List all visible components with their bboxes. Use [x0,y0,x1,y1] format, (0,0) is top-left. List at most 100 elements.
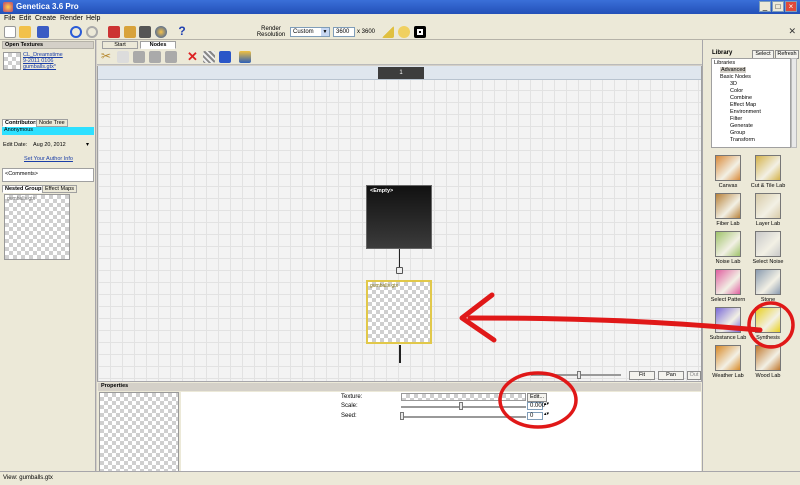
zoom-out-button[interactable]: Out [687,371,701,380]
open-texture-link[interactable]: CL_Dreamstime 9-2011 0106 gumballs.gtx* [23,52,63,70]
tab-nodes[interactable]: Nodes [140,41,176,49]
window-title: Genetica 3.6 Pro [16,2,79,11]
author-info-link[interactable]: Set Your Author Info [24,156,73,162]
group-icon[interactable] [165,51,177,63]
new-file-icon[interactable] [4,26,16,38]
open-folder-icon[interactable] [19,26,31,38]
undo-icon[interactable] [70,26,82,38]
comments-field[interactable]: <Comments> [2,168,94,182]
cut-icon[interactable]: ✂ [101,50,113,63]
library-item-thumbnail[interactable] [755,231,781,257]
menu-create[interactable]: Create [35,15,56,22]
properties-icon[interactable] [139,26,151,38]
seed-input[interactable]: 0 [527,412,543,420]
preview-icon[interactable] [155,26,167,38]
paste-icon[interactable] [133,51,145,63]
tree-environment[interactable]: Environment [730,109,761,115]
tab-start[interactable]: Start [102,41,138,49]
tile-icon[interactable] [382,26,394,38]
edit-date-value: Aug 20, 2012 [33,142,66,148]
pan-button[interactable]: Pan [658,371,684,380]
export-icon[interactable] [124,26,136,38]
tab-nested-groups[interactable]: Nested Groups [2,185,48,193]
close-button[interactable]: × [785,1,797,12]
help-icon[interactable]: ? [176,25,188,38]
tree-transform[interactable]: Transform [730,137,755,143]
connector-handle[interactable] [396,267,403,274]
scale-input[interactable]: 0.000 [527,402,545,410]
height-value: x 3600 [357,29,376,35]
select-all-icon[interactable] [203,51,215,63]
maximize-button[interactable]: □ [772,1,784,12]
tab-node-tree[interactable]: Node Tree [36,119,68,127]
library-item-thumbnail[interactable] [715,155,741,181]
chevron-down-icon: ▼ [321,28,329,36]
editor-tabs: Start Nodes [97,40,702,49]
status-bar: View: gumballs.gtx [0,471,800,485]
library-item-thumbnail[interactable] [715,193,741,219]
menu-edit[interactable]: Edit [19,15,31,22]
library-item-thumbnail[interactable] [715,345,741,371]
library-item-thumbnail[interactable] [755,307,781,333]
library-item-thumbnail[interactable] [755,345,781,371]
menu-file[interactable]: File [4,15,15,22]
redo-icon[interactable] [86,26,98,38]
seed-slider-track[interactable] [401,416,526,418]
calendar-icon[interactable]: ▾ [86,141,89,148]
tree-effect-map[interactable]: Effect Map [730,102,756,108]
texture-node-label: gumballs.gtx [370,283,399,289]
scale-slider-knob[interactable] [459,402,463,410]
seed-slider-knob[interactable] [400,412,404,420]
tree-libraries[interactable]: Libraries [714,60,735,66]
menu-help[interactable]: Help [86,15,100,22]
tree-combine[interactable]: Combine [730,95,752,101]
contributor-name[interactable]: Anonymous [2,127,94,135]
zoom-slider-knob[interactable] [577,371,581,379]
library-item-thumbnail[interactable] [715,307,741,333]
menu-render[interactable]: Render [60,15,83,22]
properties-thumbnail [99,392,179,472]
close-icon[interactable]: ✕ [788,26,796,37]
seed-spin-icon[interactable]: ▴▾ [544,411,549,417]
scale-spin-icon[interactable]: ▴▾ [544,401,549,407]
nested-group-thumbnail[interactable]: gumballs.gtx [4,194,70,260]
tree-basic-nodes[interactable]: Basic Nodes [720,74,751,80]
sphere-preview-icon[interactable] [414,26,426,38]
light-icon[interactable] [398,26,410,38]
tree-group[interactable]: Group [730,130,745,136]
tab-effect-maps[interactable]: Effect Maps [42,185,77,193]
library-item-thumbnail[interactable] [755,155,781,181]
tree-generate[interactable]: Generate [730,123,753,129]
library-item-label: Synthesis [756,335,780,341]
random-dice-icon[interactable] [219,51,231,63]
library-item-thumbnail[interactable] [715,231,741,257]
copy-icon[interactable] [117,51,129,63]
properties-content: Texture: Edit... Scale: 0.000 ▴▾ Seed: 0… [181,392,701,472]
library-item-thumbnail[interactable] [755,269,781,295]
texture-node[interactable]: gumballs.gtx [366,280,432,344]
duplicate-icon[interactable] [149,51,161,63]
page-tab[interactable]: 1 [378,67,424,79]
library-tree-scrollbar[interactable] [791,58,797,148]
library-item-thumbnail[interactable] [715,269,741,295]
tree-filter[interactable]: Filter [730,116,742,122]
tree-color[interactable]: Color [730,88,743,94]
tree-3d[interactable]: 3D [730,81,737,87]
library-item-thumbnail[interactable] [755,193,781,219]
width-input[interactable]: 3600 [333,27,355,37]
texture-thumbnail[interactable] [3,52,21,70]
minimize-button[interactable]: _ [759,1,771,12]
tree-advanced[interactable]: Advanced [720,67,747,73]
node-canvas[interactable]: 1 <Empty> gumballs.gtx [97,66,702,381]
scale-slider-track[interactable] [401,406,526,408]
fit-button[interactable]: Fit [629,371,655,380]
zoom-slider-track[interactable] [531,374,621,376]
canvas-page-bar: 1 [98,66,701,80]
render-icon[interactable] [108,26,120,38]
empty-node[interactable]: <Empty> [366,185,432,249]
resolution-preset-select[interactable]: Custom ▼ [290,27,330,37]
delete-icon[interactable]: ✕ [187,50,199,63]
preview-node-icon[interactable] [239,51,251,63]
save-icon[interactable] [37,26,49,38]
texture-field[interactable] [401,393,526,401]
